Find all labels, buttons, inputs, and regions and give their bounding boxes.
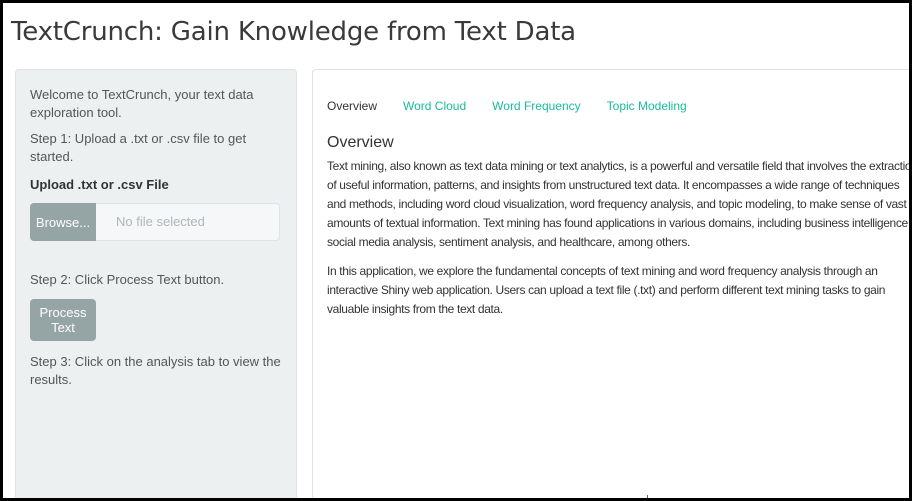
- step2-text: Step 2: Click Process Text button.: [30, 272, 225, 287]
- welcome-text: Welcome to TextCrunch, your text data ex…: [30, 87, 254, 120]
- main-panel: Overview Word Cloud Word Frequency Topic…: [312, 69, 909, 498]
- sidebar-panel: Welcome to TextCrunch, your text data ex…: [15, 69, 297, 498]
- overview-paragraph-2: In this application, we explore the fund…: [327, 264, 886, 316]
- step1-text: Step 1: Upload a .txt or .csv file to ge…: [30, 131, 247, 164]
- app-window: TextCrunch: Gain Knowledge from Text Dat…: [3, 3, 909, 498]
- browse-button[interactable]: Browse...: [30, 203, 96, 241]
- overview-paragraph-1: Text mining, also known as text data min…: [327, 159, 909, 249]
- page-title: TextCrunch: Gain Knowledge from Text Dat…: [11, 17, 576, 47]
- tab-topic-modeling[interactable]: Topic Modeling: [607, 99, 687, 113]
- step3-text: Step 3: Click on the analysis tab to vie…: [30, 354, 281, 387]
- tab-word-cloud[interactable]: Word Cloud: [403, 99, 466, 113]
- file-name-display[interactable]: No file selected: [96, 203, 280, 241]
- tab-bar: Overview Word Cloud Word Frequency Topic…: [327, 96, 909, 116]
- process-text-button[interactable]: Process Text: [30, 299, 96, 341]
- tab-word-frequency[interactable]: Word Frequency: [492, 99, 580, 113]
- overview-heading: Overview: [327, 134, 394, 151]
- upload-label: Upload .txt or .csv File: [30, 177, 169, 192]
- tab-overview[interactable]: Overview: [327, 99, 377, 113]
- text-cursor-icon: [647, 495, 648, 498]
- file-input[interactable]: Browse... No file selected: [30, 203, 280, 241]
